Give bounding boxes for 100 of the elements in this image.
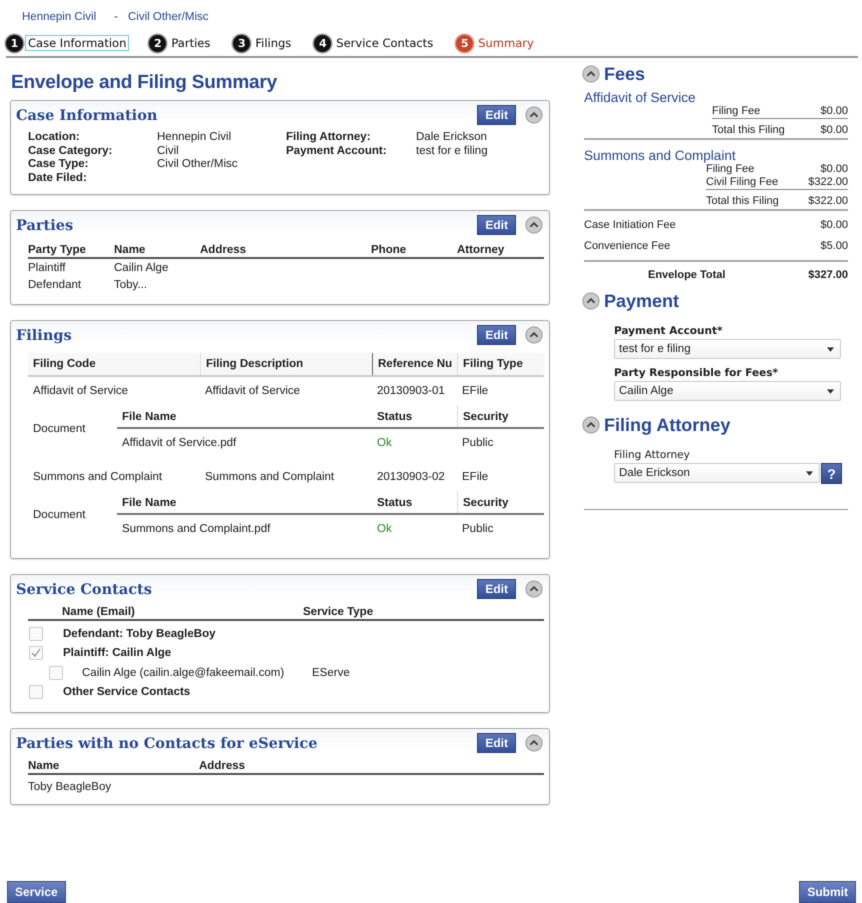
step-tab[interactable]: Parties	[168, 35, 214, 51]
column-header: Name (Email)	[62, 606, 136, 618]
edit-button[interactable]: Edit	[477, 325, 516, 345]
table-cell-text: Toby BeagleBoy	[28, 781, 112, 793]
field-label: Case Type:	[28, 158, 90, 172]
field-label: Filing Attorney	[614, 449, 691, 461]
filing-name: Summons and Complaint	[584, 147, 737, 163]
table-cell-text: Summons and Complaint	[204, 471, 336, 483]
section-title: Fees	[604, 64, 646, 84]
checkbox[interactable]	[29, 646, 43, 660]
section-title: Filings	[16, 326, 73, 344]
field-label: Location:	[28, 131, 81, 144]
step-number[interactable]: 4	[314, 34, 332, 52]
step-number[interactable]: 3	[233, 34, 250, 52]
dropdown-field[interactable]: Cailin Alge	[614, 381, 841, 401]
field-value: Civil	[157, 144, 180, 158]
field-label: Case Category:	[28, 144, 114, 158]
column-header: Filing Type	[457, 353, 544, 375]
submit-button[interactable]: Submit	[799, 881, 856, 903]
collapse-icon[interactable]	[525, 326, 543, 344]
collapse-icon[interactable]	[525, 580, 543, 598]
collapse-icon[interactable]	[525, 106, 543, 124]
contact-group-label: Other Service Contacts	[63, 686, 190, 698]
document-label: Document	[32, 509, 86, 521]
column-header: Filing Description	[200, 353, 372, 375]
edit-button[interactable]: Edit	[477, 733, 516, 753]
table-cell-text: Summons and Complaint	[32, 471, 164, 483]
step-tab[interactable]: Service Contacts	[333, 35, 436, 51]
checkbox[interactable]	[49, 666, 63, 680]
file-name: Summons and Complaint.pdf	[121, 523, 272, 535]
section-title: Parties	[16, 216, 74, 234]
contact-group-label: Defendant: Toby BeagleBoy	[63, 628, 216, 640]
caret-icon	[806, 470, 813, 476]
section-title: Case Information	[16, 106, 158, 124]
security-text: Public	[461, 437, 494, 449]
fee-label: Civil Filing Fee	[706, 176, 778, 189]
page-title: Envelope and Filing Summary	[11, 72, 278, 94]
checkbox[interactable]	[29, 685, 43, 700]
column-header: Status	[376, 496, 414, 511]
fee-amount: $322.00	[808, 176, 848, 189]
step-tab[interactable]: Filings	[252, 35, 294, 51]
table-cell-text: Plaintiff	[28, 262, 67, 274]
court-name: Hennepin Civil	[22, 11, 96, 25]
edit-button[interactable]: Edit	[477, 215, 516, 235]
total-amount: $327.00	[808, 269, 848, 281]
edit-button[interactable]: Edit	[477, 105, 516, 125]
collapse-icon[interactable]	[582, 65, 600, 83]
contact-name: Cailin Alge (cailin.alge@fakeemail.com)	[82, 666, 286, 679]
column-header: Name	[28, 760, 60, 772]
table-cell-text: EFile	[461, 385, 490, 397]
field-label: Party Responsible for Fees*	[614, 367, 779, 379]
step-tab[interactable]: Case Information	[25, 35, 130, 51]
field-value: test for e filing	[416, 144, 489, 158]
fee-amount: $0.00	[820, 163, 848, 176]
column-header: Name	[114, 244, 146, 256]
step-number[interactable]: 5	[456, 34, 474, 52]
fee-label: Total this Filing	[712, 124, 785, 137]
section-title: Filing Attorney	[604, 414, 730, 436]
table-cell-text: Defendant	[28, 279, 82, 291]
column-header: File Name	[121, 496, 178, 511]
fee-amount: $0.00	[820, 124, 848, 137]
separator: -	[114, 11, 118, 25]
field-label: Payment Account:	[286, 144, 388, 158]
fee-amount: $322.00	[808, 195, 848, 208]
document-label: Document	[32, 423, 86, 435]
collapse-icon[interactable]	[582, 416, 600, 434]
edit-button[interactable]: Edit	[477, 579, 516, 599]
status-text: Ok	[376, 437, 393, 449]
column-header: Security	[457, 405, 544, 427]
step-tab[interactable]: Summary	[475, 35, 537, 51]
caret-icon	[827, 346, 834, 352]
collapse-icon[interactable]	[582, 292, 600, 310]
section-title: Service Contacts	[16, 580, 153, 598]
help-button[interactable]: ?	[821, 463, 842, 484]
fee-label: Filing Fee	[706, 163, 754, 176]
collapse-icon[interactable]	[525, 216, 543, 234]
dropdown-field[interactable]: Dale Erickson	[614, 463, 820, 483]
section-title: Payment	[604, 290, 680, 312]
field-value: Civil Other/Misc	[157, 158, 239, 172]
column-header: File Name	[121, 410, 178, 425]
step-number[interactable]: 1	[6, 34, 23, 52]
fee-label: Total this Filing	[706, 195, 779, 208]
field-label: Payment Account*	[614, 325, 724, 337]
table-cell-text: Cailin Alge	[114, 262, 170, 274]
table-cell-text: Toby...	[114, 279, 148, 291]
section-title: Parties with no Contacts for eService	[16, 734, 318, 752]
fee-amount: $5.00	[820, 240, 848, 252]
service-button[interactable]: Service	[7, 881, 66, 903]
column-header: Attorney	[457, 244, 506, 256]
status-text: Ok	[376, 523, 393, 535]
dropdown-field[interactable]: test for e filing	[614, 339, 841, 359]
field-value: Dale Erickson	[416, 131, 488, 144]
column-header: Security	[457, 491, 544, 513]
field-label: Date Filed:	[28, 172, 88, 185]
step-number[interactable]: 2	[149, 34, 166, 52]
field-label: Filing Attorney:	[286, 131, 372, 144]
total-label: Envelope Total	[648, 269, 726, 281]
column-header: Reference Nu	[372, 353, 457, 375]
checkbox[interactable]	[29, 626, 43, 641]
collapse-icon[interactable]	[525, 734, 543, 752]
